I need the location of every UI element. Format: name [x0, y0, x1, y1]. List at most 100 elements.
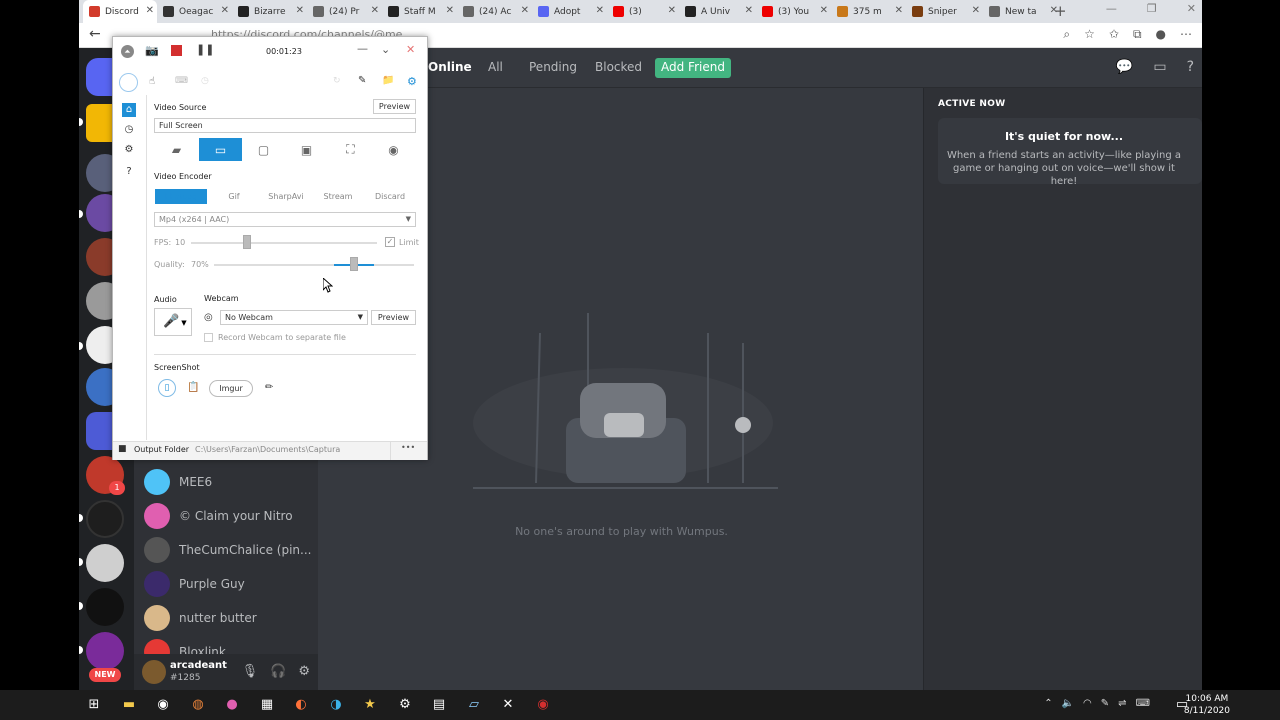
- tab-all[interactable]: All: [488, 60, 503, 74]
- pen-icon[interactable]: ✎: [1101, 698, 1109, 709]
- notifications-icon[interactable]: ▭: [1172, 695, 1192, 715]
- close-window-icon[interactable]: ✕: [1187, 2, 1196, 15]
- add-friend-button[interactable]: Add Friend: [655, 58, 731, 78]
- window-source-icon[interactable]: ▣: [285, 138, 328, 161]
- audio-device-button[interactable]: 🎤 ▼: [154, 308, 192, 336]
- settings-gear-icon[interactable]: ⚙: [122, 143, 136, 157]
- volume-icon[interactable]: 🔈: [1062, 698, 1074, 709]
- osu-icon[interactable]: ●: [222, 695, 242, 715]
- notepad-icon[interactable]: ▱: [464, 695, 484, 715]
- collapse-chevron-icon[interactable]: ⌄: [381, 43, 390, 56]
- settings-gear-icon[interactable]: ⚙: [298, 664, 310, 679]
- tab-close-icon[interactable]: ✕: [221, 5, 229, 16]
- encoder-tab[interactable]: Stream: [312, 189, 364, 204]
- tab-close-icon[interactable]: ✕: [820, 5, 828, 16]
- video-source-field[interactable]: Full Screen: [154, 118, 416, 133]
- stop-icon[interactable]: [171, 45, 182, 56]
- back-icon[interactable]: ←: [89, 26, 101, 42]
- file-explorer-icon[interactable]: ▬: [119, 695, 139, 715]
- tab-close-icon[interactable]: ✕: [446, 5, 454, 16]
- network-icon[interactable]: ◠: [1083, 698, 1092, 709]
- webcam-preview-button[interactable]: Preview: [371, 310, 416, 325]
- help-icon[interactable]: ?: [1187, 59, 1194, 75]
- menu-icon[interactable]: ⋯: [1180, 27, 1192, 42]
- dm-item[interactable]: MEE6: [144, 465, 212, 499]
- favorite-star-icon[interactable]: ☆: [1084, 27, 1095, 42]
- gamepad-source-icon[interactable]: ◉: [372, 138, 415, 161]
- keyboard-icon[interactable]: ⌨: [1136, 698, 1150, 709]
- browser-tab[interactable]: Adopt ✕: [532, 0, 607, 23]
- camera-icon[interactable]: 📷: [145, 44, 159, 57]
- settings-gear-icon[interactable]: ⚙: [407, 75, 417, 88]
- fullscreen-source-icon[interactable]: ▭: [199, 138, 242, 161]
- edit-icon[interactable]: ✏: [265, 382, 273, 393]
- favorites-icon[interactable]: ✩: [1109, 27, 1119, 42]
- browser-tab[interactable]: (3) You ✕: [756, 0, 831, 23]
- encoder-tab[interactable]: FFmpeg: [155, 189, 207, 204]
- collapse-icon[interactable]: ⏶: [121, 45, 134, 58]
- encoder-tab[interactable]: SharpAvi: [260, 189, 312, 204]
- firefox-icon[interactable]: ◐: [291, 695, 311, 715]
- tab-blocked[interactable]: Blocked: [595, 60, 642, 74]
- output-folder-path[interactable]: C:\Users\Farzan\Documents\Captura: [195, 445, 340, 454]
- history-icon[interactable]: ◷: [122, 123, 136, 137]
- dm-item[interactable]: TheCumChalice (pin...: [144, 533, 311, 567]
- limit-checkbox[interactable]: ✓: [385, 237, 395, 247]
- elapsed-icon[interactable]: ◷: [201, 76, 209, 86]
- server-icon[interactable]: [86, 632, 124, 670]
- browser-tab[interactable]: (3) ✕: [607, 0, 679, 23]
- quality-slider-track[interactable]: [214, 264, 414, 266]
- captura-icon[interactable]: ◉: [533, 695, 553, 715]
- headphones-icon[interactable]: 🎧: [270, 664, 286, 679]
- pause-icon[interactable]: ❚❚: [196, 43, 214, 56]
- imgur-button[interactable]: Imgur: [209, 380, 253, 397]
- encoder-tab[interactable]: Discard: [364, 189, 416, 204]
- browser-tab[interactable]: Bizarre ✕: [232, 0, 307, 23]
- chevron-up-icon[interactable]: ⌃: [1044, 698, 1052, 709]
- server-icon[interactable]: [86, 500, 124, 538]
- dm-item[interactable]: nutter butter: [144, 601, 257, 635]
- dm-item[interactable]: © Claim your Nitro: [144, 499, 293, 533]
- pencil-icon[interactable]: ✎: [358, 75, 366, 86]
- region-source-icon[interactable]: ⛶: [329, 138, 372, 161]
- video-source-preview-button[interactable]: Preview: [373, 99, 416, 114]
- stack-icon[interactable]: ▤: [429, 695, 449, 715]
- steam-icon[interactable]: ◉: [153, 695, 173, 715]
- save-to-disk-icon[interactable]: ▯: [158, 379, 176, 397]
- browser-tab[interactable]: New ta ✕: [983, 0, 1061, 23]
- restore-icon[interactable]: ❐: [1147, 2, 1157, 15]
- tab-online[interactable]: Online: [428, 60, 472, 74]
- webcam-source-icon[interactable]: ▰: [155, 138, 198, 161]
- browser-tab[interactable]: (24) Pr ✕: [307, 0, 382, 23]
- dm-item[interactable]: Purple Guy: [144, 567, 245, 601]
- fps-slider-track[interactable]: [191, 242, 377, 244]
- folder-icon[interactable]: 📁: [382, 75, 394, 86]
- tab-close-icon[interactable]: ✕: [745, 5, 753, 16]
- cursor-toggle-icon[interactable]: [119, 73, 138, 92]
- keystrokes-icon[interactable]: ⌨: [175, 76, 188, 86]
- encoder-format-select[interactable]: Mp4 (x264 | AAC) ▼: [154, 212, 416, 227]
- close-icon[interactable]: ✕: [406, 43, 415, 56]
- more-options-button[interactable]: •••: [401, 443, 415, 452]
- browser-tab[interactable]: Oeagac ✕: [157, 0, 232, 23]
- edge-icon[interactable]: ◑: [326, 695, 346, 715]
- settings-gear-icon[interactable]: ⚙: [395, 695, 415, 715]
- browser-tab[interactable]: Discord ✕: [83, 0, 157, 23]
- clipboard-icon[interactable]: 📋: [187, 382, 199, 393]
- game-icon[interactable]: ✕: [498, 695, 518, 715]
- favorites-star-icon[interactable]: ★: [360, 695, 380, 715]
- new-tab-icon[interactable]: +: [1054, 2, 1067, 20]
- server-icon[interactable]: [86, 544, 124, 582]
- collections-icon[interactable]: ⧉: [1133, 27, 1142, 42]
- mute-icon[interactable]: 🎙: [242, 664, 259, 679]
- screen-source-icon[interactable]: ▢: [242, 138, 285, 161]
- webcam-select[interactable]: No Webcam ▼: [220, 310, 368, 325]
- calculator-icon[interactable]: ▦: [257, 695, 277, 715]
- click-icon[interactable]: ☝: [149, 76, 155, 87]
- minimize-icon[interactable]: —: [1106, 2, 1117, 15]
- encoder-tab[interactable]: Gif: [208, 189, 260, 204]
- refresh-icon[interactable]: ↻: [333, 76, 341, 86]
- tab-pending[interactable]: Pending: [529, 60, 577, 74]
- fps-slider-thumb[interactable]: [242, 235, 251, 249]
- browser-tab[interactable]: Sniper ✕: [906, 0, 983, 23]
